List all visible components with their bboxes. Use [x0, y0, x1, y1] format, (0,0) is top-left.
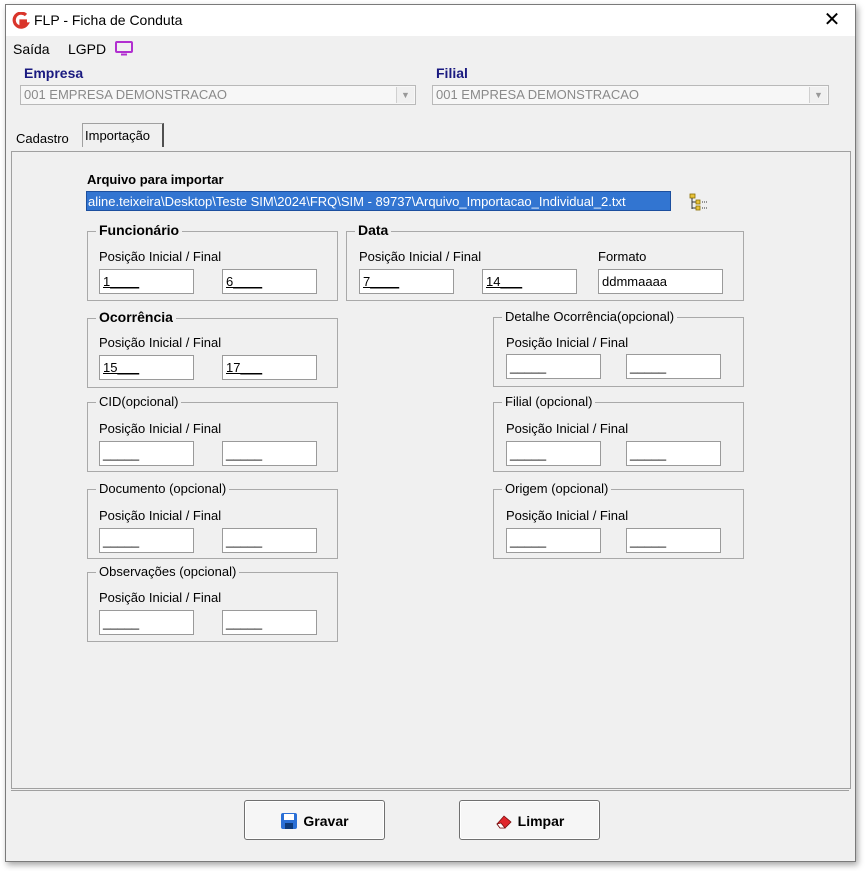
ocorrencia-end-input[interactable]: 17___	[222, 355, 317, 380]
cid-start-input[interactable]: _____	[99, 441, 194, 466]
documento-start-input[interactable]: _____	[99, 528, 194, 553]
documento-title: Documento (opcional)	[96, 481, 230, 496]
detalhe-start-input[interactable]: _____	[506, 354, 601, 379]
observacoes-start-input[interactable]: _____	[99, 610, 194, 635]
data-end-input[interactable]: 14___	[482, 269, 577, 294]
cid-end-input[interactable]: _____	[222, 441, 317, 466]
window-title: FLP - Ficha de Conduta	[34, 12, 183, 28]
data-group: Data Posição Inicial / Final Formato 7__…	[346, 222, 744, 301]
menu-saida[interactable]: Saída	[13, 41, 50, 57]
ocorrencia-title: Ocorrência	[96, 309, 176, 325]
detalhe-group: Detalhe Ocorrência(opcional) Posição Ini…	[493, 309, 744, 387]
tab-importacao-label: Importação	[85, 128, 151, 143]
chevron-down-icon[interactable]: ▼	[396, 87, 414, 103]
range-label: Posição Inicial / Final	[99, 421, 222, 436]
range-label: Posição Inicial / Final	[99, 249, 222, 264]
range-label: Posição Inicial / Final	[99, 335, 222, 350]
main-window: FLP - Ficha de Conduta ✕ Saída LGPD Empr…	[5, 4, 856, 862]
observacoes-group: Observações (opcional) Posição Inicial /…	[87, 564, 338, 642]
cid-group: CID(opcional) Posição Inicial / Final __…	[87, 394, 338, 472]
limpar-label: Limpar	[517, 813, 565, 829]
range-label: Posição Inicial / Final	[506, 421, 629, 436]
filial-value: 001 EMPRESA DEMONSTRACAO	[436, 87, 639, 102]
app-logo-icon	[12, 12, 30, 29]
filial-opcional-start-input[interactable]: _____	[506, 441, 601, 466]
data-format-input[interactable]: ddmmaaaa	[598, 269, 723, 294]
close-button[interactable]: ✕	[817, 8, 847, 32]
detalhe-end-input[interactable]: _____	[626, 354, 721, 379]
tab-importacao[interactable]: Importação	[82, 123, 164, 147]
filial-label: Filial	[436, 65, 468, 81]
divider	[11, 790, 849, 791]
gravar-button[interactable]: Gravar	[244, 800, 385, 840]
chevron-down-icon[interactable]: ▼	[809, 87, 827, 103]
origem-group: Origem (opcional) Posição Inicial / Fina…	[493, 481, 744, 559]
title-bar: FLP - Ficha de Conduta ✕	[6, 5, 855, 36]
range-label: Posição Inicial / Final	[99, 508, 222, 523]
empresa-label: Empresa	[24, 65, 84, 81]
detalhe-title: Detalhe Ocorrência(opcional)	[502, 309, 678, 324]
tab-cadastro[interactable]: Cadastro	[16, 131, 69, 146]
filial-opcional-group: Filial (opcional) Posição Inicial / Fina…	[493, 394, 744, 472]
empresa-select[interactable]: 001 EMPRESA DEMONSTRACAO ▼	[20, 85, 416, 105]
close-icon: ✕	[823, 9, 841, 31]
origem-end-input[interactable]: _____	[626, 528, 721, 553]
filial-opcional-title: Filial (opcional)	[502, 394, 596, 409]
menu-bar: Saída LGPD	[6, 36, 855, 62]
eraser-icon	[495, 815, 512, 829]
gravar-label: Gravar	[303, 813, 349, 829]
file-label: Arquivo para importar	[87, 172, 224, 187]
data-start-input[interactable]: 7____	[359, 269, 454, 294]
cid-title: CID(opcional)	[96, 394, 182, 409]
limpar-button[interactable]: Limpar	[459, 800, 600, 840]
data-title: Data	[355, 222, 392, 238]
filial-opcional-end-input[interactable]: _____	[626, 441, 721, 466]
tree-browse-icon[interactable]	[687, 192, 709, 212]
origem-title: Origem (opcional)	[502, 481, 612, 496]
range-label: Posição Inicial / Final	[99, 590, 222, 605]
empresa-value: 001 EMPRESA DEMONSTRACAO	[24, 87, 227, 102]
ocorrencia-group: Ocorrência Posição Inicial / Final 15___…	[87, 309, 338, 388]
documento-group: Documento (opcional) Posição Inicial / F…	[87, 481, 338, 559]
save-disk-icon	[281, 813, 298, 829]
monitor-icon[interactable]	[115, 41, 133, 56]
ocorrencia-start-input[interactable]: 15___	[99, 355, 194, 380]
observacoes-title: Observações (opcional)	[96, 564, 240, 579]
range-label: Posição Inicial / Final	[506, 508, 629, 523]
menu-lgpd[interactable]: LGPD	[68, 41, 106, 57]
funcionario-title: Funcionário	[96, 222, 183, 238]
funcionario-end-input[interactable]: 6____	[222, 269, 317, 294]
range-label: Posição Inicial / Final	[359, 249, 482, 264]
documento-end-input[interactable]: _____	[222, 528, 317, 553]
funcionario-group: Funcionário Posição Inicial / Final 1___…	[87, 222, 338, 301]
observacoes-end-input[interactable]: _____	[222, 610, 317, 635]
origem-start-input[interactable]: _____	[506, 528, 601, 553]
range-label: Posição Inicial / Final	[506, 335, 629, 350]
filial-select[interactable]: 001 EMPRESA DEMONSTRACAO ▼	[432, 85, 829, 105]
file-path-input[interactable]: aline.teixeira\Desktop\Teste SIM\2024\FR…	[86, 191, 671, 211]
funcionario-start-input[interactable]: 1____	[99, 269, 194, 294]
format-label: Formato	[598, 249, 647, 264]
